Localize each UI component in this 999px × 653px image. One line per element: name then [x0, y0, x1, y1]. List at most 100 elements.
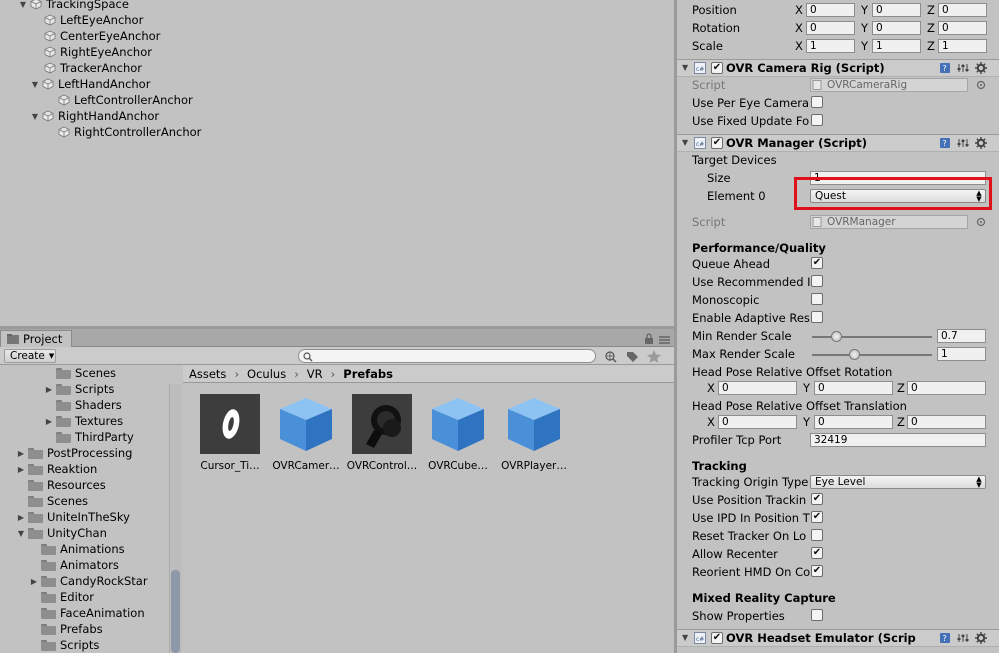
help-book-icon[interactable]: ? [939, 137, 951, 149]
component-enabled-checkbox[interactable]: ✔ [711, 62, 723, 74]
queue-ahead-checkbox[interactable]: ✔ [811, 257, 823, 269]
head-translation-z-field[interactable]: 0 [907, 415, 986, 429]
hierarchy-item-rightcontrolleranchor[interactable]: RightControllerAnchor [58, 124, 201, 140]
max-render-scale-field[interactable]: 1 [937, 347, 986, 361]
collapse-arrow-icon[interactable]: ▼ [682, 63, 688, 72]
use-recommended-msaa-checkbox[interactable] [811, 275, 823, 287]
folder-item-prefabs[interactable]: Prefabs [41, 621, 103, 637]
rotation-z-field[interactable]: 0 [938, 21, 987, 35]
folder-item-textures[interactable]: ▶ Textures [44, 413, 123, 429]
search-input[interactable] [298, 349, 596, 363]
breadcrumb-item-current[interactable]: Prefabs [343, 367, 393, 381]
collapse-arrow-icon[interactable]: ▼ [30, 111, 40, 121]
scale-x-field[interactable]: 1 [806, 39, 855, 53]
show-properties-checkbox[interactable] [811, 609, 823, 621]
folder-item-unitychan[interactable]: ▼ UnityChan [16, 525, 107, 541]
folder-item-scripts-unitychan[interactable]: Scripts [41, 637, 99, 653]
allow-recenter-checkbox[interactable]: ✔ [811, 547, 823, 559]
hierarchy-item-righthandanchor[interactable]: ▼ RightHandAnchor [30, 108, 159, 124]
asset-item-ovrplayer[interactable]: OVRPlayer… [496, 394, 572, 472]
expand-arrow-icon[interactable]: ▶ [44, 416, 54, 426]
favorite-star-icon[interactable] [647, 350, 661, 363]
min-render-scale-field[interactable]: 0.7 [937, 329, 986, 343]
collapse-arrow-icon[interactable]: ▼ [682, 138, 688, 147]
collapse-arrow-icon[interactable]: ▼ [682, 633, 688, 642]
hierarchy-item-trackingspace[interactable]: ▼ TrackingSpace [18, 0, 129, 12]
collapse-arrow-icon[interactable]: ▼ [18, 0, 28, 9]
tree-scrollbar-thumb[interactable] [171, 570, 180, 653]
folder-item-reaktion[interactable]: ▶ Reaktion [16, 461, 97, 477]
expand-arrow-icon[interactable]: ▶ [16, 464, 26, 474]
position-x-field[interactable]: 0 [806, 3, 855, 17]
folder-item-scripts[interactable]: ▶ Scripts [44, 381, 114, 397]
min-render-scale-knob[interactable] [830, 331, 842, 342]
asset-item-cursor-timer[interactable]: Cursor_Ti… [192, 394, 268, 472]
folder-item-animators[interactable]: Animators [41, 557, 119, 573]
folder-item-scenes[interactable]: Scenes [56, 365, 116, 381]
folder-item-animations[interactable]: Animations [41, 541, 125, 557]
object-picker-icon[interactable] [976, 80, 986, 90]
head-translation-y-field[interactable]: 0 [814, 415, 893, 429]
folder-item-faceanimation[interactable]: FaceAnimation [41, 605, 145, 621]
preset-sliders-icon[interactable] [957, 632, 969, 644]
expand-arrow-icon[interactable]: ▶ [29, 576, 39, 586]
folder-item-postprocessing[interactable]: ▶ PostProcessing [16, 445, 133, 461]
position-y-field[interactable]: 0 [872, 3, 921, 17]
hierarchy-item-leftcontrolleranchor[interactable]: LeftControllerAnchor [58, 92, 193, 108]
asset-item-ovrcubemap[interactable]: OVRCube… [420, 394, 496, 472]
component-enabled-checkbox[interactable]: ✔ [711, 137, 723, 149]
create-button[interactable]: Create ▼ [4, 349, 56, 363]
reorient-hmd-on-controller-checkbox[interactable]: ✔ [811, 565, 823, 577]
monoscopic-checkbox[interactable] [811, 293, 823, 305]
folder-item-candyrockstar[interactable]: ▶ CandyRockStar [29, 573, 148, 589]
rotation-y-field[interactable]: 0 [872, 21, 921, 35]
hierarchy-item-righteyeanchor[interactable]: RightEyeAnchor [44, 44, 152, 60]
gear-icon[interactable] [975, 62, 987, 74]
label-tag-icon[interactable] [627, 352, 638, 362]
breadcrumb-item[interactable]: VR [307, 367, 323, 381]
tracking-origin-type-dropdown[interactable]: Eye Level ▲ ▼ [810, 475, 986, 489]
hierarchy-item-lefteyeanchor[interactable]: LeftEyeAnchor [44, 12, 143, 28]
folder-item-scenes-root[interactable]: Scenes [28, 493, 88, 509]
use-per-eye-cameras-checkbox[interactable] [811, 96, 823, 108]
search-by-type-icon[interactable] [605, 351, 617, 363]
help-book-icon[interactable]: ? [939, 632, 951, 644]
hierarchy-item-trackeranchor[interactable]: TrackerAnchor [44, 60, 142, 76]
asset-item-ovrcamerarig[interactable]: OVRCamer… [268, 394, 344, 472]
reset-tracker-on-load-checkbox[interactable] [811, 529, 823, 541]
head-rotation-y-field[interactable]: 0 [814, 381, 893, 395]
breadcrumb-item[interactable]: Assets [189, 367, 226, 381]
hierarchy-item-centereyeanchor[interactable]: CenterEyeAnchor [44, 28, 160, 44]
head-rotation-z-field[interactable]: 0 [907, 381, 986, 395]
asset-item-ovrcontroller[interactable]: OVRControl… [344, 394, 420, 472]
lock-icon[interactable] [644, 333, 672, 345]
folder-item-shaders[interactable]: Shaders [56, 397, 122, 413]
tab-project[interactable]: Project [0, 330, 72, 347]
help-book-icon[interactable]: ? [939, 62, 951, 74]
max-render-scale-slider[interactable] [812, 354, 932, 356]
gear-icon[interactable] [975, 632, 987, 644]
preset-sliders-icon[interactable] [957, 62, 969, 74]
expand-arrow-icon[interactable]: ▶ [16, 448, 26, 458]
head-translation-x-field[interactable]: 0 [718, 415, 797, 429]
folder-item-uniteinthesky[interactable]: ▶ UniteInTheSky [16, 509, 130, 525]
profiler-tcp-port-field[interactable]: 32419 [810, 433, 986, 447]
rotation-x-field[interactable]: 0 [806, 21, 855, 35]
folder-item-thirdparty[interactable]: ThirdParty [56, 429, 134, 445]
use-ipd-in-position-tracking-checkbox[interactable]: ✔ [811, 511, 823, 523]
preset-sliders-icon[interactable] [957, 137, 969, 149]
use-fixed-update-checkbox[interactable] [811, 114, 823, 126]
expand-arrow-icon[interactable]: ▶ [44, 384, 54, 394]
use-position-tracking-checkbox[interactable]: ✔ [811, 493, 823, 505]
expand-arrow-icon[interactable]: ▶ [16, 512, 26, 522]
gear-icon[interactable] [975, 137, 987, 149]
breadcrumb-item[interactable]: Oculus [247, 367, 286, 381]
enable-adaptive-resolution-checkbox[interactable] [811, 311, 823, 323]
folder-item-editor[interactable]: Editor [41, 589, 94, 605]
collapse-arrow-icon[interactable]: ▼ [30, 79, 40, 89]
component-enabled-checkbox[interactable]: ✔ [711, 632, 723, 644]
folder-item-resources[interactable]: Resources [28, 477, 106, 493]
hierarchy-item-lefthandanchor[interactable]: ▼ LeftHandAnchor [30, 76, 151, 92]
collapse-arrow-icon[interactable]: ▼ [16, 528, 26, 538]
head-rotation-x-field[interactable]: 0 [718, 381, 797, 395]
